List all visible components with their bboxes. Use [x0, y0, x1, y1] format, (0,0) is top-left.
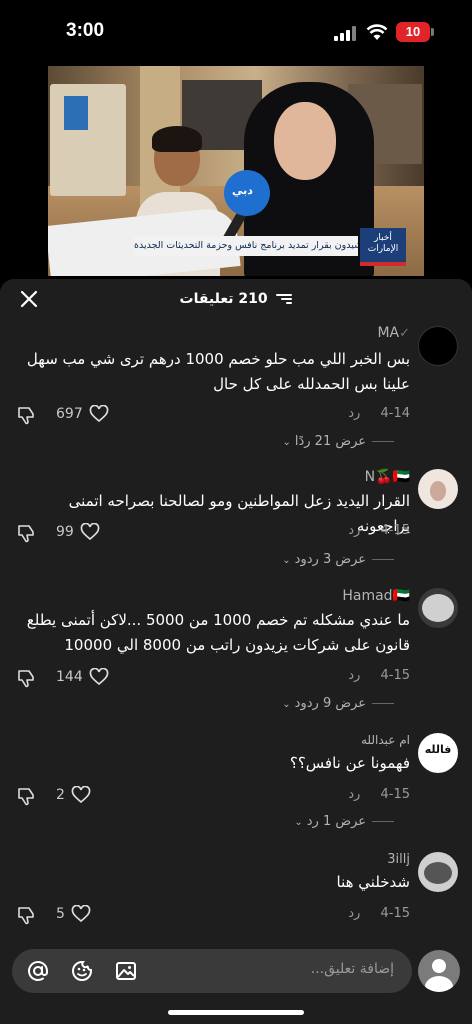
like-button[interactable]: 2 — [56, 786, 91, 804]
like-count: 2 — [56, 787, 65, 803]
comment-text: بس الخبر اللي مب حلو خصم 1000 درهم ترى ش… — [26, 350, 410, 393]
image-icon[interactable] — [114, 959, 138, 983]
dislike-icon[interactable] — [16, 667, 38, 689]
reply-button[interactable]: رد — [348, 523, 360, 538]
view-replies-button[interactable]: عرض 1 رد⌄ — [294, 814, 394, 829]
heart-icon — [89, 405, 109, 423]
comment-item: ✓MA بس الخبر اللي مب حلو خصم 1000 درهم ت… — [0, 321, 472, 461]
comment-item: N🍒🇦🇪 القرار اليديد زعل المواطنين ومو لصا… — [0, 467, 472, 587]
avatar[interactable] — [418, 326, 458, 366]
view-replies-button[interactable]: عرض 3 ردود⌄ — [282, 552, 394, 567]
view-replies-button[interactable]: عرض 9 ردود⌄ — [282, 696, 394, 711]
avatar[interactable]: فالله — [418, 733, 458, 773]
like-button[interactable]: 5 — [56, 905, 91, 923]
comment-count[interactable]: 210 تعليقات — [0, 291, 472, 307]
microphone: دبي — [224, 170, 270, 216]
status-bar: 3:00 10 — [0, 0, 472, 62]
comment-text: فهمونا عن نافس؟؟ — [289, 754, 410, 772]
wifi-icon — [366, 24, 388, 40]
comment-date: 4-15 — [380, 523, 410, 538]
chevron-down-icon: ⌄ — [294, 817, 303, 828]
like-count: 5 — [56, 906, 65, 922]
comment-item: فالله ام عبدالله فهمونا عن نافس؟؟ 4-15 ر… — [0, 733, 472, 843]
comment-username[interactable]: Hamad🇦🇪 — [342, 588, 410, 604]
heart-icon — [80, 523, 100, 541]
like-button[interactable]: 99 — [56, 523, 100, 541]
avatar[interactable] — [418, 588, 458, 628]
comments-sheet: 210 تعليقات ✓MA بس الخبر اللي مب حلو خصم… — [0, 279, 472, 1024]
comment-date: 4-15 — [380, 668, 410, 683]
video-player[interactable]: دبي مواطنون يشيدون بقرار تمديد برنامج نا… — [48, 66, 424, 276]
comment-meta: 4-15 رد — [348, 668, 410, 683]
mic-label: دبي — [232, 184, 253, 197]
avatar-text: فالله — [424, 743, 452, 756]
like-button[interactable]: 144 — [56, 668, 109, 686]
news-ticker: مواطنون يشيدون بقرار تمديد برنامج نافس و… — [134, 236, 358, 256]
status-time: 3:00 — [66, 20, 105, 41]
comment-meta: 4-15 رد — [348, 906, 410, 921]
emoji-icon[interactable] — [70, 959, 94, 983]
comment-username[interactable]: 3illj — [387, 852, 410, 867]
channel-logo: أخبار الإمارات — [360, 228, 406, 262]
verified-check-icon: ✓ — [399, 326, 410, 341]
user-avatar[interactable] — [418, 950, 460, 992]
comment-meta: 4-14 رد — [348, 406, 410, 421]
heart-icon — [89, 668, 109, 686]
dislike-icon[interactable] — [16, 904, 38, 926]
comment-item: Hamad🇦🇪 ما عندي مشكله تم خصم 1000 من 500… — [0, 588, 472, 728]
avatar[interactable] — [418, 469, 458, 509]
home-indicator — [168, 1010, 304, 1015]
comment-input[interactable]: إضافة تعليق... — [12, 949, 412, 993]
comment-meta: 4-15 رد — [348, 787, 410, 802]
battery-icon: 10 — [396, 22, 434, 42]
like-count: 144 — [56, 669, 83, 685]
chevron-down-icon: ⌄ — [282, 437, 291, 448]
dislike-icon[interactable] — [16, 404, 38, 426]
comment-date: 4-14 — [380, 406, 410, 421]
comment-date: 4-15 — [380, 787, 410, 802]
sheet-header: 210 تعليقات — [0, 279, 472, 321]
comment-username[interactable]: ✓MA — [377, 325, 410, 341]
comment-username[interactable]: N🍒🇦🇪 — [365, 469, 410, 485]
chevron-down-icon: ⌄ — [282, 555, 291, 566]
comment-meta: 4-15 رد — [348, 523, 410, 538]
comment-text: شدخلني هنا — [336, 873, 410, 891]
comment-count-label: 210 تعليقات — [179, 291, 268, 307]
filter-icon — [276, 293, 293, 305]
cellular-signal-icon — [334, 25, 358, 41]
dislike-icon[interactable] — [16, 522, 38, 544]
reply-button[interactable]: رد — [348, 406, 360, 421]
comment-text: ما عندي مشكله تم خصم 1000 من 5000 ...لاك… — [26, 611, 410, 654]
avatar[interactable] — [418, 852, 458, 892]
heart-icon — [71, 786, 91, 804]
like-count: 697 — [56, 406, 83, 422]
mention-icon[interactable] — [26, 959, 50, 983]
comment-item: 3illj شدخلني هنا 4-15 رد 5 — [0, 852, 472, 942]
like-button[interactable]: 697 — [56, 405, 109, 423]
reply-button[interactable]: رد — [348, 668, 360, 683]
like-count: 99 — [56, 524, 74, 540]
comment-input-placeholder: إضافة تعليق... — [310, 961, 394, 977]
reply-button[interactable]: رد — [348, 787, 360, 802]
comment-username[interactable]: ام عبدالله — [361, 733, 410, 747]
reply-button[interactable]: رد — [348, 906, 360, 921]
heart-icon — [71, 905, 91, 923]
dislike-icon[interactable] — [16, 785, 38, 807]
comment-date: 4-15 — [380, 906, 410, 921]
chevron-down-icon: ⌄ — [282, 699, 291, 710]
view-replies-button[interactable]: عرض 21 ردًا⌄ — [282, 434, 394, 449]
